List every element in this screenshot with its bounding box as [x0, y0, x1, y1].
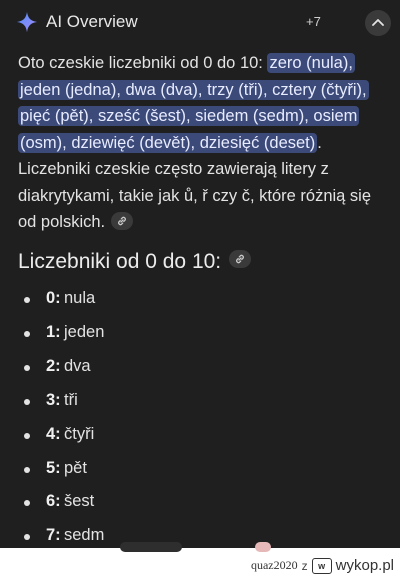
- numeral-number: 5:: [46, 459, 61, 477]
- link-icon: [236, 255, 245, 264]
- wykop-logo-icon: w: [311, 557, 332, 574]
- numeral-number: 2:: [46, 357, 61, 375]
- source-link-button[interactable]: [111, 211, 134, 230]
- numeral-number: 4:: [46, 425, 61, 443]
- numeral-word: čtyři: [64, 425, 95, 443]
- section-heading: Liczebniki od 0 do 10:: [18, 250, 252, 274]
- bottom-nav-dot: [255, 542, 271, 552]
- watermark-site: wykop.pl: [335, 557, 394, 574]
- collapse-button[interactable]: [365, 10, 391, 36]
- chevron-up-icon: [372, 19, 384, 26]
- numeral-word: dva: [64, 357, 91, 375]
- section-heading-text: Liczebniki od 0 do 10:: [18, 250, 222, 273]
- numeral-number: 1:: [46, 323, 61, 341]
- numeral-word: jeden: [64, 323, 105, 341]
- watermark: quaz2020 z w wykop.pl: [251, 557, 394, 574]
- bullet: [24, 467, 30, 473]
- numeral-word: sedm: [64, 526, 105, 544]
- bullet: [24, 399, 30, 405]
- bullet: [24, 433, 30, 439]
- watermark-sep: z: [301, 558, 308, 573]
- bottom-nav-pill: [120, 542, 182, 552]
- link-icon: [118, 216, 127, 225]
- page-title: AI Overview: [46, 12, 138, 31]
- numeral-number: 7:: [46, 526, 61, 544]
- numeral-word: nula: [64, 289, 96, 307]
- watermark-bar: quaz2020 z w wykop.pl: [0, 542, 400, 580]
- ai-overview-header: AI Overview +7: [0, 0, 400, 44]
- numeral-number: 3:: [46, 391, 61, 409]
- numeral-word: pět: [64, 459, 87, 477]
- watermark-user: quaz2020: [250, 558, 298, 572]
- bullet: [24, 500, 30, 506]
- gemini-sparkle-icon: [16, 11, 38, 33]
- bullet: [24, 534, 30, 540]
- bullet: [24, 297, 30, 303]
- more-sources-count[interactable]: +7: [306, 14, 321, 29]
- numeral-word: šest: [64, 492, 95, 510]
- overview-paragraph: Oto czeskie liczebniki od 0 do 10: zero …: [18, 50, 386, 236]
- numeral-word: tři: [64, 391, 78, 409]
- numeral-number: 0:: [46, 289, 61, 307]
- bullet: [24, 365, 30, 371]
- heading-link-button[interactable]: [229, 250, 252, 269]
- intro-lead: Oto czeskie liczebniki od 0 do 10:: [18, 54, 268, 72]
- bullet: [24, 331, 30, 337]
- numeral-number: 6:: [46, 492, 61, 510]
